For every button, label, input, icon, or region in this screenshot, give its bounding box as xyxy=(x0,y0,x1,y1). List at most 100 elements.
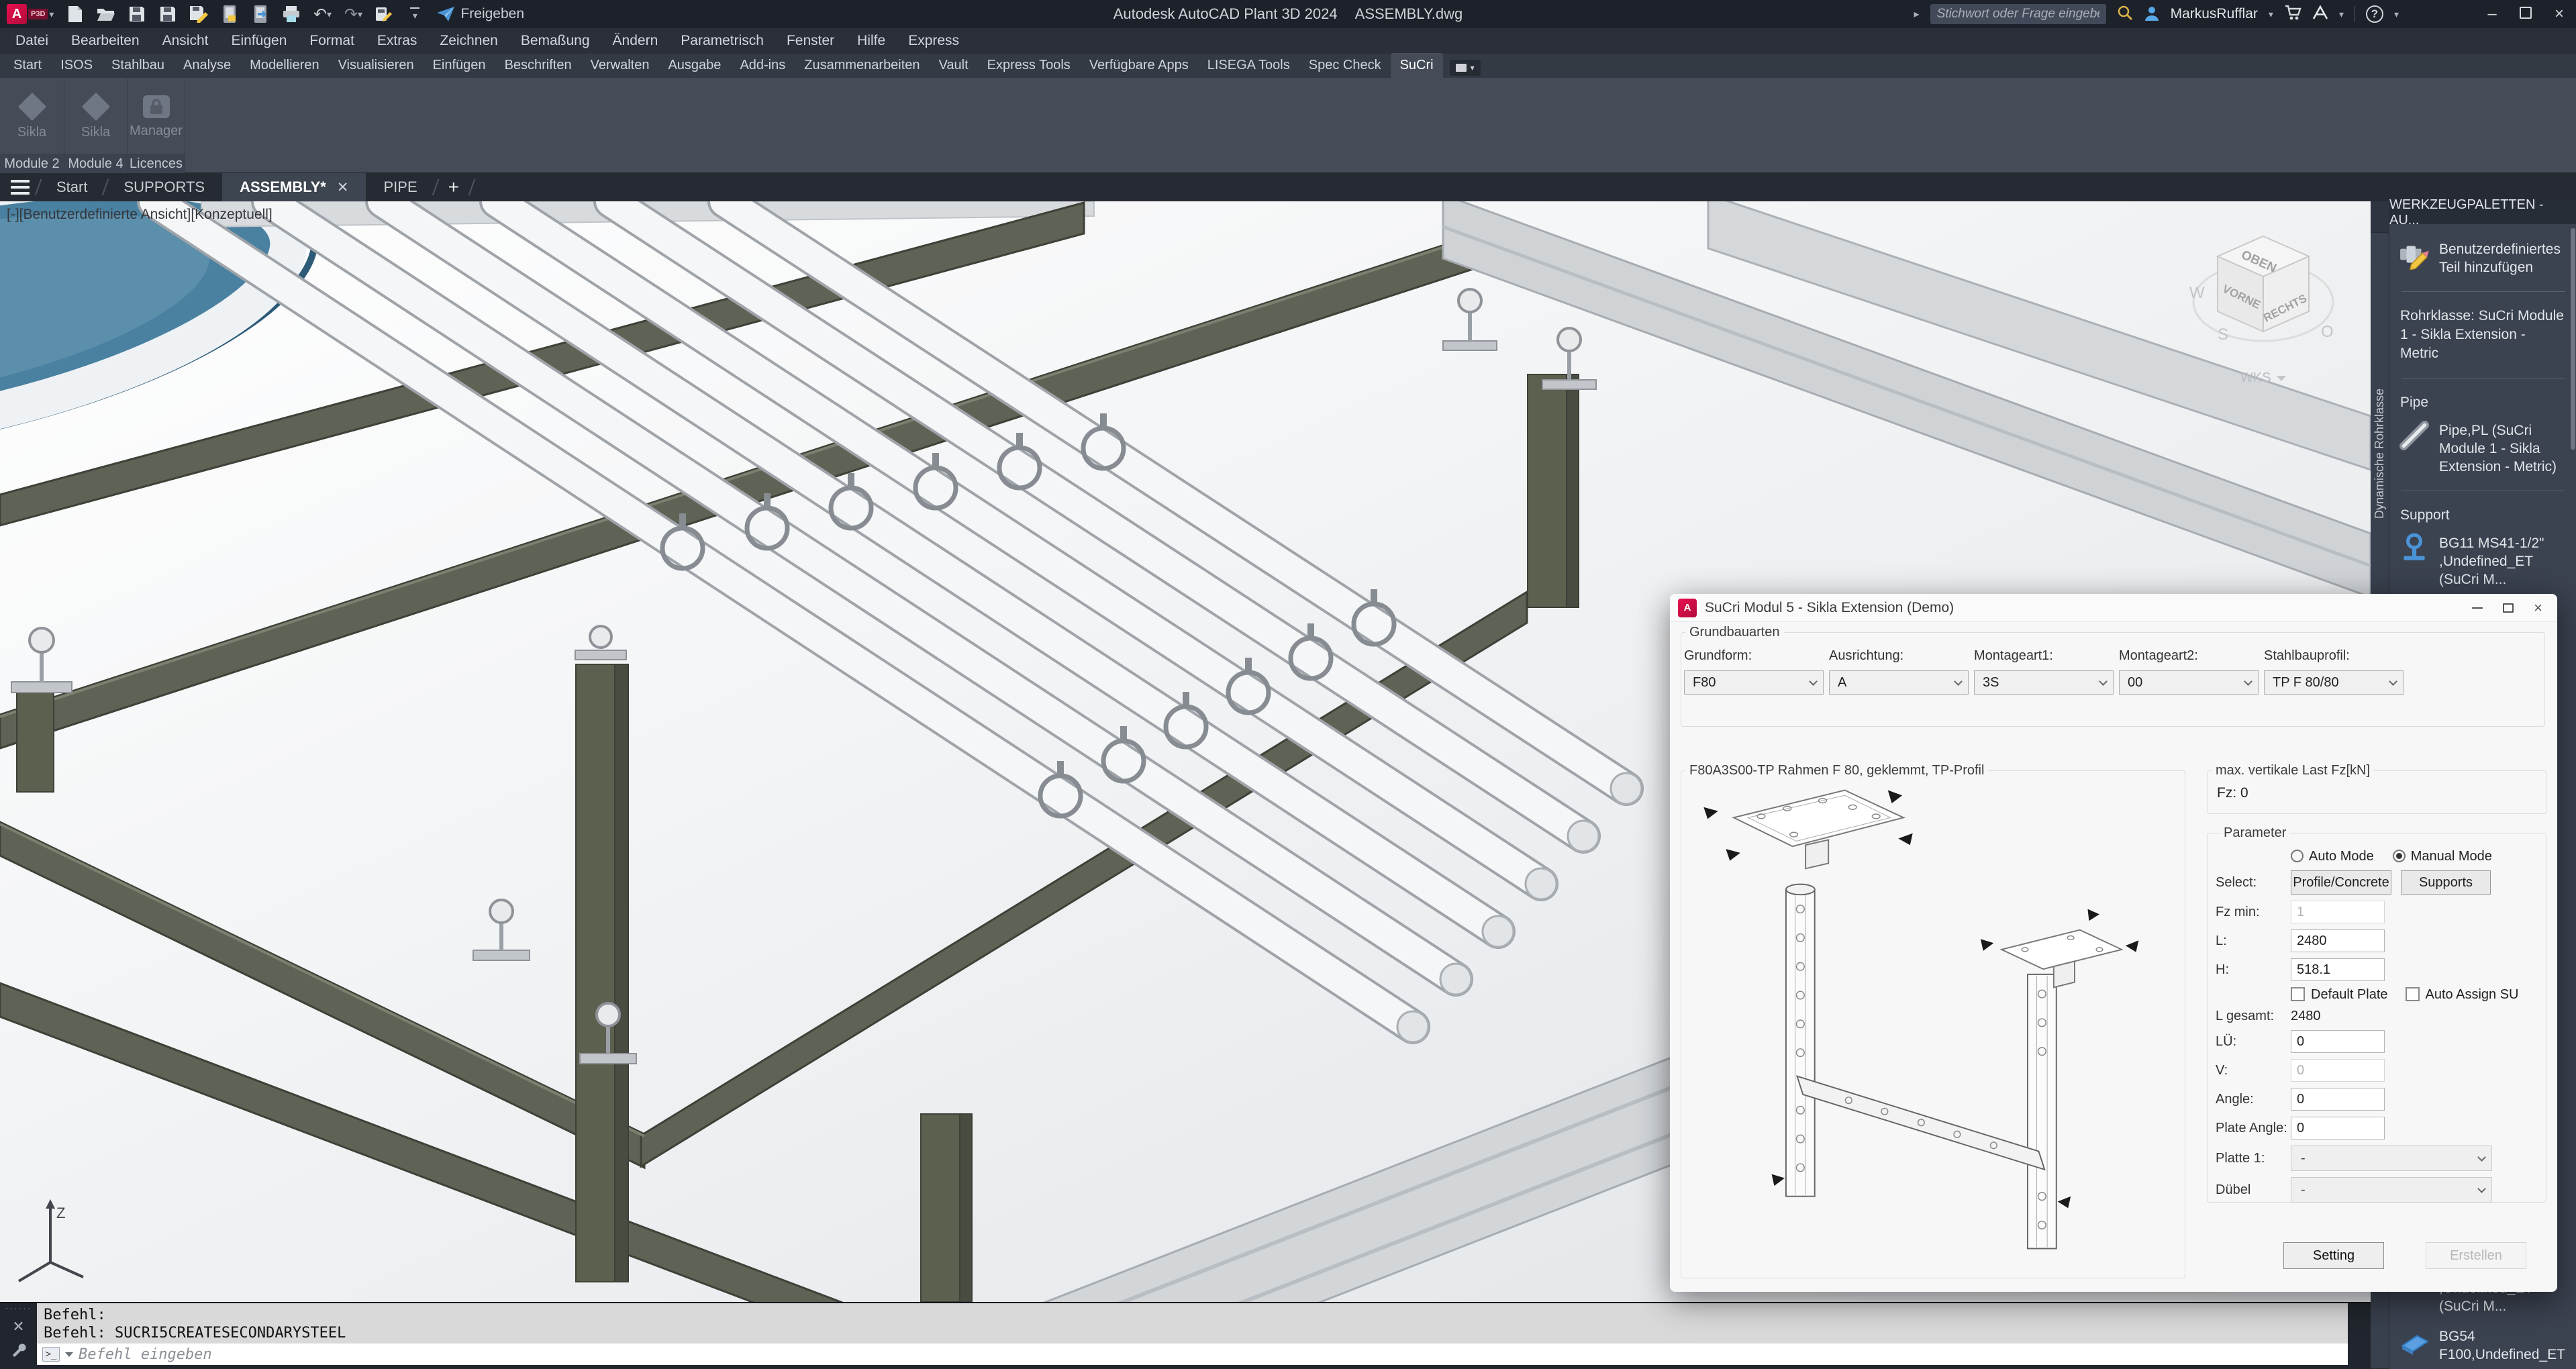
user-name[interactable]: MarkusRufflar xyxy=(2171,6,2258,22)
menu-einfuegen[interactable]: Einfügen xyxy=(219,28,298,54)
licence-manager-button[interactable]: Manager xyxy=(128,78,185,154)
palette-item-bg11-half-inch[interactable]: BG11 MS41-1/2" ,Undefined_ET (SuCri M... xyxy=(2399,533,2568,589)
ribbon-tab-addins[interactable]: Add-ins xyxy=(730,53,795,78)
palette-item-bg54[interactable]: BG54 F100,Undefined_ET xyxy=(2399,1326,2568,1364)
file-tab-pipe[interactable]: PIPE xyxy=(366,173,434,201)
close-button[interactable]: × xyxy=(2548,5,2571,23)
ribbon-tab-beschriften[interactable]: Beschriften xyxy=(495,53,581,78)
auto-mode-radio[interactable]: Auto Mode xyxy=(2291,849,2393,864)
minimize-button[interactable]: – xyxy=(2481,5,2504,23)
command-line-grip[interactable]: ······ ✕ xyxy=(0,1303,37,1369)
file-tab-assembly-active[interactable]: ASSEMBLY* ✕ xyxy=(222,173,366,201)
menu-fenster[interactable]: Fenster xyxy=(775,28,846,54)
autodesk-menu-chevron-icon[interactable]: ▾ xyxy=(2339,9,2344,20)
menu-zeichnen[interactable]: Zeichnen xyxy=(428,28,509,54)
ribbon-tab-analyse[interactable]: Analyse xyxy=(174,53,240,78)
search-input[interactable] xyxy=(1930,4,2106,24)
menu-express[interactable]: Express xyxy=(897,28,971,54)
share-button[interactable]: Freigeben xyxy=(436,6,524,22)
auto-assign-su-checkbox[interactable]: Auto Assign SU xyxy=(2406,987,2536,1003)
menu-parametrisch[interactable]: Parametrisch xyxy=(669,28,775,54)
close-tab-icon[interactable]: ✕ xyxy=(337,179,349,196)
ribbon-tab-sucri[interactable]: SuCri xyxy=(1391,53,1443,78)
manual-mode-radio[interactable]: Manual Mode xyxy=(2393,849,2511,864)
palette-item-pipeclass[interactable]: Rohrklasse: SuCri Module 1 - Sikla Exten… xyxy=(2400,307,2567,363)
search-icon[interactable] xyxy=(2117,5,2133,24)
lue-input[interactable] xyxy=(2291,1030,2385,1053)
default-plate-checkbox[interactable]: Default Plate xyxy=(2291,987,2406,1003)
transfer-icon[interactable] xyxy=(251,5,270,23)
dialog-title-bar[interactable]: A SuCri Modul 5 - Sikla Extension (Demo)… xyxy=(1670,594,2557,622)
palette-scrollbar[interactable] xyxy=(2571,228,2575,450)
app-menu-button[interactable]: A P3D ▾ xyxy=(7,4,54,24)
open-folder-icon[interactable] xyxy=(97,5,115,23)
panel-label-module2[interactable]: Module 2 xyxy=(0,154,64,173)
compass-west-label[interactable]: W xyxy=(2189,284,2205,302)
compass-east-label[interactable]: O xyxy=(2321,323,2334,341)
ribbon-tab-modellieren[interactable]: Modellieren xyxy=(240,53,328,78)
ribbon-tab-visualisieren[interactable]: Visualisieren xyxy=(329,53,424,78)
command-input[interactable] xyxy=(79,1346,2348,1363)
hamburger-menu-icon[interactable] xyxy=(0,173,38,201)
grundform-dropdown[interactable]: F80 xyxy=(1684,670,1824,695)
ausrichtung-dropdown[interactable]: A xyxy=(1829,670,1969,695)
menu-aendern[interactable]: Ändern xyxy=(601,28,670,54)
duebel-dropdown[interactable]: - xyxy=(2291,1177,2492,1203)
viewport-controls-label[interactable]: [-][Benutzerdefinierte Ansicht][Konzeptu… xyxy=(7,207,273,223)
ribbon-tab-stahlbau[interactable]: Stahlbau xyxy=(102,53,174,78)
ribbon-tab-vault[interactable]: Vault xyxy=(930,53,978,78)
palette-item-custom-part[interactable]: Benutzerdefiniertes Teil hinzufügen xyxy=(2399,239,2568,276)
dialog-maximize-button[interactable] xyxy=(2503,603,2514,613)
menu-hilfe[interactable]: Hilfe xyxy=(846,28,897,54)
wcs-dropdown[interactable]: WKS xyxy=(2240,370,2286,386)
wrench-icon[interactable] xyxy=(11,1341,27,1357)
workspace-icon[interactable] xyxy=(375,5,393,23)
ribbon-tab-spec-check[interactable]: Spec Check xyxy=(1299,53,1391,78)
panel-label-module4[interactable]: Module 4 xyxy=(64,154,127,173)
profile-concrete-button[interactable]: Profile/Concrete xyxy=(2291,870,2391,895)
ribbon-tab-lisega-tools[interactable]: LISEGA Tools xyxy=(1198,53,1299,78)
ribbon-tab-zusammenarbeiten[interactable]: Zusammenarbeiten xyxy=(795,53,929,78)
print-icon[interactable] xyxy=(282,5,301,23)
new-file-icon[interactable] xyxy=(66,5,85,23)
help-icon[interactable]: ? xyxy=(2366,5,2383,23)
plate-angle-input[interactable] xyxy=(2291,1117,2385,1139)
menu-datei[interactable]: Datei xyxy=(4,28,60,54)
palette-header[interactable]: WERKZEUGPALETTEN - AU... xyxy=(2389,201,2576,224)
command-prompt-icon[interactable]: >_ xyxy=(42,1347,60,1362)
montageart1-dropdown[interactable]: 3S xyxy=(1974,670,2114,695)
ribbon-tab-verfuegbare-apps[interactable]: Verfügbare Apps xyxy=(1080,53,1198,78)
help-chevron-icon[interactable]: ▾ xyxy=(2394,9,2399,20)
menu-extras[interactable]: Extras xyxy=(366,28,429,54)
compass-south-label[interactable]: S xyxy=(2218,325,2228,344)
view-cube[interactable]: OBEN VORNE RECHTS W S O xyxy=(2188,228,2342,362)
restore-button[interactable] xyxy=(2514,5,2537,23)
undo-icon[interactable]: ↶▾ xyxy=(313,5,332,23)
save-as-icon[interactable] xyxy=(189,5,208,23)
dialog-minimize-button[interactable] xyxy=(2472,607,2483,609)
menu-bearbeiten[interactable]: Bearbeiten xyxy=(60,28,151,54)
user-menu-chevron-icon[interactable]: ▾ xyxy=(2269,9,2273,20)
ribbon-tab-ausgabe[interactable]: Ausgabe xyxy=(658,53,730,78)
file-tab-start[interactable]: Start xyxy=(39,173,105,201)
sikla-module2-button[interactable]: Sikla xyxy=(0,78,64,154)
ribbon-tab-start[interactable]: Start xyxy=(4,53,51,78)
ribbon-tab-express-tools[interactable]: Express Tools xyxy=(978,53,1080,78)
ribbon-display-toggle[interactable]: ▾ xyxy=(1450,60,1481,76)
menu-ansicht[interactable]: Ansicht xyxy=(151,28,220,54)
new-tab-button[interactable]: + xyxy=(436,173,471,201)
close-command-line-icon[interactable]: ✕ xyxy=(12,1318,24,1335)
menu-bemassung[interactable]: Bemaßung xyxy=(509,28,601,54)
erstellen-button[interactable]: Erstellen xyxy=(2426,1242,2526,1269)
panel-label-licences[interactable]: Licences xyxy=(128,154,185,173)
ribbon-tab-isos[interactable]: ISOS xyxy=(51,53,102,78)
dialog-close-button[interactable]: × xyxy=(2534,599,2542,617)
drag-handle-icon[interactable]: ······ xyxy=(5,1305,32,1311)
save-all-icon[interactable] xyxy=(158,5,177,23)
fzmin-input[interactable] xyxy=(2291,901,2385,923)
file-tab-supports[interactable]: SUPPORTS xyxy=(106,173,222,201)
v-input[interactable] xyxy=(2291,1059,2385,1082)
save-icon[interactable] xyxy=(128,5,146,23)
autodesk-logo-icon[interactable] xyxy=(2312,5,2328,23)
l-input[interactable] xyxy=(2291,929,2385,952)
